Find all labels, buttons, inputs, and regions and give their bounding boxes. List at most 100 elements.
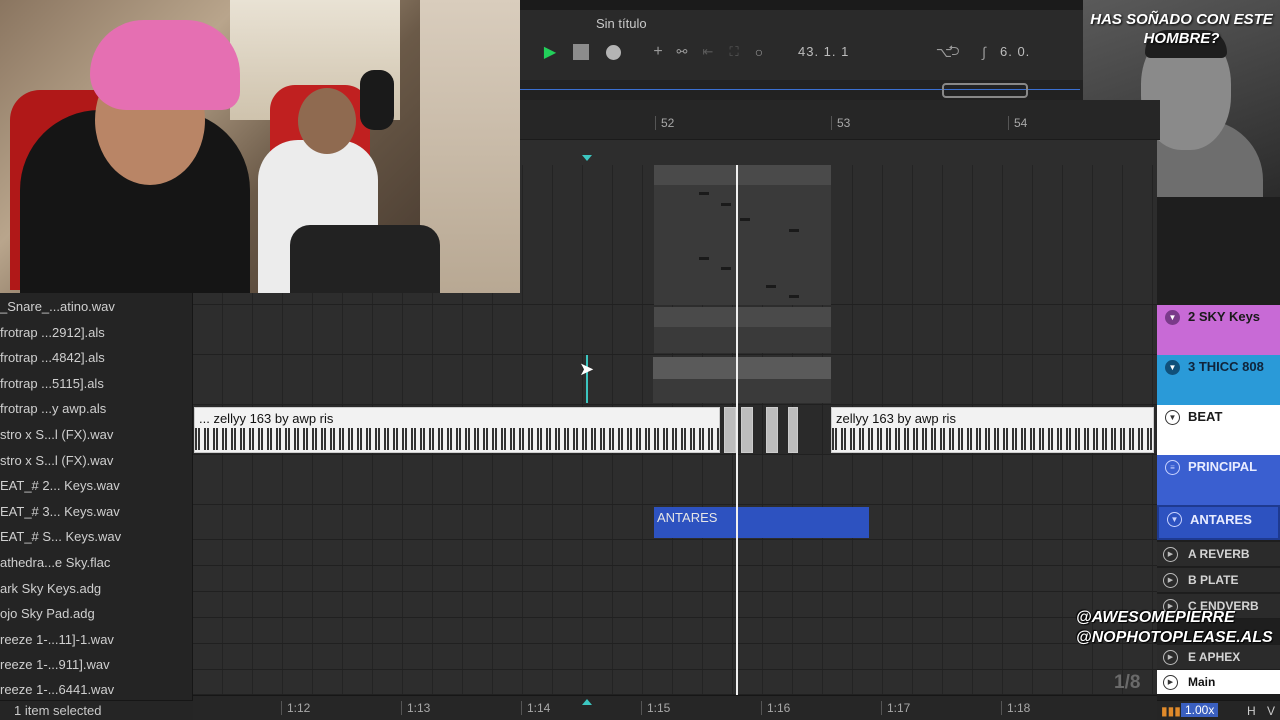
v-toggle[interactable]: V <box>1267 704 1275 718</box>
track-lane-principal[interactable] <box>193 455 1157 505</box>
fold-icon[interactable]: ▼ <box>1165 410 1180 425</box>
return-track-e[interactable]: ▶ E APHEX <box>1157 645 1280 670</box>
footer-controls: ▮▮▮ 1.00x H V <box>1157 701 1280 720</box>
return-lane[interactable] <box>193 540 1157 566</box>
track-name: PRINCIPAL <box>1188 459 1258 474</box>
time-label: 1:16 <box>761 701 790 715</box>
return-name: E APHEX <box>1188 650 1241 664</box>
play-icon[interactable]: ▶ <box>1163 675 1178 690</box>
browser-item[interactable]: stro x S...l (FX).wav <box>0 448 190 473</box>
return-lane[interactable] <box>193 644 1157 670</box>
zoom-level[interactable]: 1.00x <box>1181 703 1219 717</box>
audio-clip[interactable] <box>766 407 778 453</box>
stop-button[interactable] <box>571 42 591 62</box>
midi-clip[interactable] <box>653 357 831 403</box>
browser-item[interactable]: frotrap ...y awp.als <box>0 396 190 421</box>
browser-item[interactable]: ark Sky Keys.adg <box>0 576 190 601</box>
play-icon[interactable]: ▶ <box>1163 547 1178 562</box>
fold-icon[interactable]: ▼ <box>1165 310 1180 325</box>
mouse-pointer-icon: ➤ <box>579 359 595 379</box>
track-name: 3 THICC 808 <box>1188 359 1264 374</box>
loop-start-marker[interactable] <box>582 155 592 161</box>
main-lane[interactable] <box>193 670 1157 695</box>
time-ruler[interactable]: 1:12 1:13 1:14 1:15 1:16 1:17 1:18 <box>193 695 1157 720</box>
record-button[interactable] <box>603 42 623 62</box>
browser-item[interactable]: EAT_# S... Keys.wav <box>0 524 190 549</box>
return-name: B PLATE <box>1188 573 1239 587</box>
audio-clip[interactable] <box>788 407 798 453</box>
browser-item[interactable]: athedra...e Sky.flac <box>0 550 190 575</box>
browser-item[interactable]: reeze 1-...911].wav <box>0 652 190 677</box>
fit-icon[interactable]: ⛶ <box>724 42 744 62</box>
bar-label: 54 <box>1008 116 1027 130</box>
return-track-b[interactable]: ▶ B PLATE <box>1157 568 1280 593</box>
time-label: 1:13 <box>401 701 430 715</box>
track-lane-antares[interactable]: ANTARES <box>193 505 1157 540</box>
midi-clip[interactable] <box>654 307 831 353</box>
audio-clip[interactable] <box>741 407 753 453</box>
browser-item[interactable]: frotrap ...5115].als <box>0 371 190 396</box>
loop-icon[interactable]: ⮌ <box>944 42 964 62</box>
audio-clip[interactable] <box>724 407 736 453</box>
play-icon[interactable]: ▶ <box>1163 650 1178 665</box>
loop-marker-bottom[interactable] <box>582 699 592 705</box>
browser-item[interactable]: frotrap ...2912].als <box>0 320 190 345</box>
audio-clip[interactable]: ... zellyy 163 by awp ris <box>194 407 720 453</box>
page-counter: 1/8 <box>1114 672 1141 693</box>
return-name: Main <box>1188 675 1216 689</box>
midi-clip[interactable] <box>654 165 831 305</box>
reaction-caption: HAS SOÑADO CON ESTE HOMBRE? <box>1090 11 1273 47</box>
time-label: 1:15 <box>641 701 670 715</box>
draw-icon[interactable]: ∫ <box>974 42 994 62</box>
browser-item[interactable]: frotrap ...4842].als <box>0 345 190 370</box>
return-track-a[interactable]: ▶ A REVERB <box>1157 542 1280 567</box>
track-header-antares[interactable]: ▼ ANTARES <box>1157 505 1280 540</box>
antares-clip[interactable]: ANTARES <box>654 507 869 538</box>
return-name: A REVERB <box>1188 547 1250 561</box>
group-icon[interactable]: ≡ <box>1165 460 1180 475</box>
loop-length-readout[interactable]: 6. 0. <box>1000 44 1090 62</box>
return-lane[interactable] <box>193 566 1157 592</box>
watermark-line: @AWESOMEPIERRE <box>1076 609 1235 626</box>
time-label: 1:17 <box>881 701 910 715</box>
browser-item[interactable]: EAT_# 3... Keys.wav <box>0 499 190 524</box>
fold-icon[interactable]: ▼ <box>1165 360 1180 375</box>
track-header-beat[interactable]: ▼ BEAT <box>1157 405 1280 455</box>
return-lane[interactable] <box>193 618 1157 644</box>
browser-item[interactable]: ojo Sky Pad.adg <box>0 601 190 626</box>
main-track[interactable]: ▶ Main <box>1157 670 1280 695</box>
track-header-principal[interactable]: ≡ PRINCIPAL <box>1157 455 1280 505</box>
track-lane-thicc-808[interactable] <box>193 355 1157 405</box>
selection-status: 1 item selected <box>14 703 102 718</box>
microphone-icon <box>360 70 394 130</box>
browser-item[interactable]: reeze 1-...11]-1.wav <box>0 627 190 652</box>
track-lane-beat[interactable]: ... zellyy 163 by awp ris zellyy 163 by … <box>193 405 1157 455</box>
track-header-thicc-808[interactable]: ▼ 3 THICC 808 <box>1157 355 1280 405</box>
meter-icon[interactable]: ▮▮▮ <box>1161 704 1181 718</box>
play-icon[interactable]: ▶ <box>1163 573 1178 588</box>
back-icon[interactable]: ⇤ <box>698 42 718 62</box>
browser-item[interactable]: reeze 1-...6441.wav <box>0 677 190 699</box>
file-browser: _Snare_...atino.wav frotrap ...2912].als… <box>0 293 193 720</box>
return-lane[interactable] <box>193 592 1157 618</box>
add-icon[interactable]: + <box>648 42 668 62</box>
overview-handle[interactable] <box>942 83 1028 98</box>
browser-item[interactable]: EAT_# 2... Keys.wav <box>0 473 190 498</box>
link-icon[interactable]: ⚯ <box>672 42 692 62</box>
fold-icon[interactable]: ▼ <box>1167 512 1182 527</box>
h-toggle[interactable]: H <box>1247 704 1256 718</box>
watermark-line: @NOPHOTOPLEASE.ALS <box>1076 629 1273 646</box>
bar-label: 52 <box>655 116 674 130</box>
play-button[interactable]: ▶ <box>540 42 560 62</box>
track-name: BEAT <box>1188 409 1223 424</box>
audio-clip[interactable]: zellyy 163 by awp ris <box>831 407 1154 453</box>
watermark: @AWESOMEPIERRE @NOPHOTOPLEASE.ALS <box>1076 608 1273 648</box>
clip-name: zellyy 163 by awp ris <box>836 411 956 426</box>
browser-item[interactable]: _Snare_...atino.wav <box>0 294 190 319</box>
browser-item[interactable]: stro x S...l (FX).wav <box>0 422 190 447</box>
circle-icon[interactable]: ○ <box>749 42 769 62</box>
bar-ruler[interactable]: 52 53 54 <box>520 100 1160 140</box>
track-lane-sky-keys[interactable] <box>193 305 1157 355</box>
position-readout[interactable]: 43. 1. 1 <box>798 44 928 62</box>
track-header-sky-keys[interactable]: ▼ 2 SKY Keys <box>1157 305 1280 355</box>
